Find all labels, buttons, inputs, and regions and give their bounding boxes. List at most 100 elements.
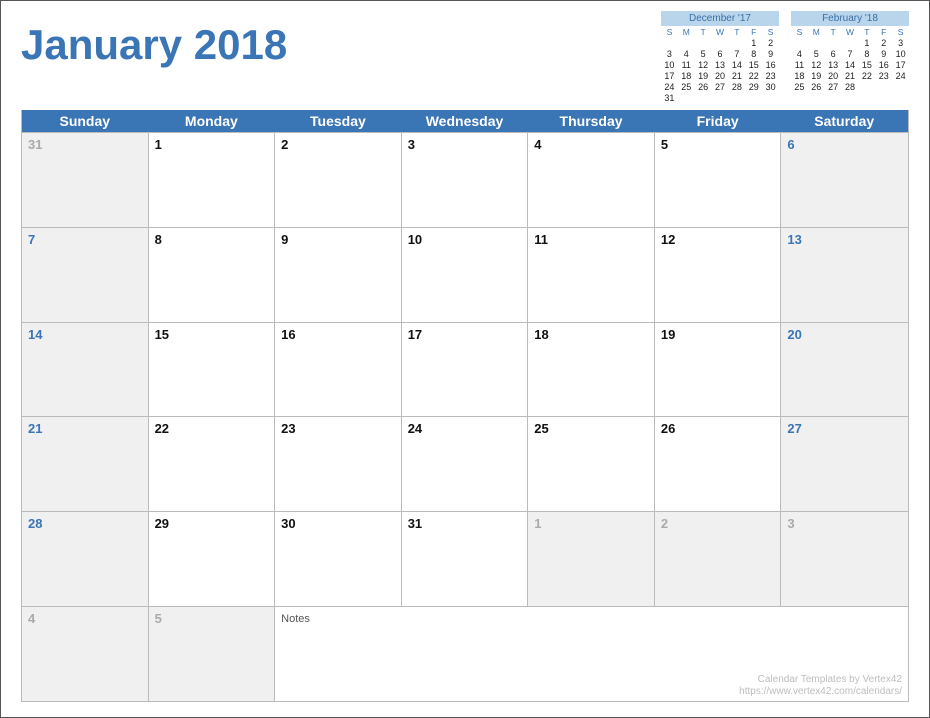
day-cell: 24 xyxy=(402,416,529,511)
attribution-text: Calendar Templates by Vertex42 xyxy=(739,674,902,686)
mini-day-cell: 18 xyxy=(791,71,808,82)
dow-cell: Sunday xyxy=(22,110,149,132)
mini-day-cell: 30 xyxy=(762,82,779,93)
mini-cal-prev-title: December '17 xyxy=(661,11,779,26)
mini-day-cell: 10 xyxy=(661,60,678,71)
mini-dow-cell: F xyxy=(875,27,892,37)
mini-dow-cell: W xyxy=(842,27,859,37)
day-cell: 30 xyxy=(275,511,402,606)
week-row: 28293031123 xyxy=(22,511,908,606)
day-cell: 8 xyxy=(149,227,276,322)
attribution: Calendar Templates by Vertex42 https://w… xyxy=(739,674,902,698)
mini-day-cell: 23 xyxy=(762,71,779,82)
mini-day-cell: 5 xyxy=(808,49,825,60)
day-cell: 2 xyxy=(275,132,402,227)
day-cell: 29 xyxy=(149,511,276,606)
day-cell: 10 xyxy=(402,227,529,322)
mini-day-cell: 28 xyxy=(842,82,859,93)
mini-day-cell: 26 xyxy=(808,82,825,93)
dow-cell: Monday xyxy=(149,110,276,132)
mini-dow-cell: W xyxy=(712,27,729,37)
mini-day-cell: 29 xyxy=(745,82,762,93)
day-cell: 12 xyxy=(655,227,782,322)
mini-day-cell: 11 xyxy=(678,60,695,71)
mini-day-cell: 7 xyxy=(842,49,859,60)
mini-day-cell: 17 xyxy=(661,71,678,82)
mini-dow-cell: T xyxy=(825,27,842,37)
day-cell: 16 xyxy=(275,322,402,417)
day-cell: 26 xyxy=(655,416,782,511)
mini-day-cell: 4 xyxy=(791,49,808,60)
day-cell: 5 xyxy=(655,132,782,227)
mini-day-cell: 31 xyxy=(661,93,678,104)
notes-cell: Notes Calendar Templates by Vertex42 htt… xyxy=(275,606,908,701)
day-cell: 27 xyxy=(781,416,908,511)
day-cell: 7 xyxy=(22,227,149,322)
mini-day-cell: 27 xyxy=(825,82,842,93)
dow-cell: Tuesday xyxy=(275,110,402,132)
mini-day-cell: 21 xyxy=(842,71,859,82)
day-cell: 31 xyxy=(22,132,149,227)
notes-label: Notes xyxy=(281,613,310,625)
mini-day-cell: 27 xyxy=(712,82,729,93)
main-calendar: SundayMondayTuesdayWednesdayThursdayFrid… xyxy=(21,110,909,702)
mini-day-cell: 24 xyxy=(892,71,909,82)
week-row: 14151617181920 xyxy=(22,322,908,417)
mini-day-cell: 12 xyxy=(695,60,712,71)
mini-day-cell: 6 xyxy=(825,49,842,60)
mini-day-cell: 12 xyxy=(808,60,825,71)
day-cell: 13 xyxy=(781,227,908,322)
day-cell: 22 xyxy=(149,416,276,511)
mini-day-cell: 23 xyxy=(875,71,892,82)
day-cell: 11 xyxy=(528,227,655,322)
last-row: 4 5 Notes Calendar Templates by Vertex42… xyxy=(22,606,908,701)
mini-day-cell: 13 xyxy=(825,60,842,71)
mini-dow-cell: T xyxy=(858,27,875,37)
day-cell: 28 xyxy=(22,511,149,606)
mini-day-cell: 15 xyxy=(858,60,875,71)
day-cell: 31 xyxy=(402,511,529,606)
mini-calendar-next: February '18 SMTWTFS ....123456789101112… xyxy=(791,11,909,104)
day-cell: 4 xyxy=(22,606,149,701)
mini-cal-next-title: February '18 xyxy=(791,11,909,26)
mini-day-cell: 10 xyxy=(892,49,909,60)
mini-dow-cell: M xyxy=(678,27,695,37)
mini-day-cell: 3 xyxy=(661,49,678,60)
day-of-week-header: SundayMondayTuesdayWednesdayThursdayFrid… xyxy=(22,110,908,132)
mini-calendar-prev: December '17 SMTWTFS .....12345678910111… xyxy=(661,11,779,104)
mini-day-cell: 2 xyxy=(762,38,779,49)
mini-day-cell: 19 xyxy=(695,71,712,82)
mini-day-cell: 1 xyxy=(858,38,875,49)
mini-dow-cell: S xyxy=(762,27,779,37)
mini-day-cell: 26 xyxy=(695,82,712,93)
mini-day-cell: 3 xyxy=(892,38,909,49)
day-cell: 21 xyxy=(22,416,149,511)
day-cell: 9 xyxy=(275,227,402,322)
week-row: 31123456 xyxy=(22,132,908,227)
day-cell: 1 xyxy=(149,132,276,227)
dow-cell: Thursday xyxy=(528,110,655,132)
dow-cell: Saturday xyxy=(781,110,908,132)
mini-dow-cell: F xyxy=(745,27,762,37)
mini-day-cell: 18 xyxy=(678,71,695,82)
day-cell: 19 xyxy=(655,322,782,417)
mini-day-cell: 15 xyxy=(745,60,762,71)
dow-cell: Friday xyxy=(655,110,782,132)
day-cell: 3 xyxy=(781,511,908,606)
mini-day-cell: 11 xyxy=(791,60,808,71)
mini-day-cell: 25 xyxy=(791,82,808,93)
day-cell: 25 xyxy=(528,416,655,511)
day-cell: 18 xyxy=(528,322,655,417)
mini-dow-cell: S xyxy=(791,27,808,37)
mini-day-cell: 25 xyxy=(678,82,695,93)
mini-day-cell: 8 xyxy=(745,49,762,60)
calendar-title: January 2018 xyxy=(21,11,287,69)
mini-day-cell: 4 xyxy=(678,49,695,60)
mini-day-cell: 20 xyxy=(712,71,729,82)
mini-dow-cell: M xyxy=(808,27,825,37)
mini-day-cell: 24 xyxy=(661,82,678,93)
mini-day-cell: 16 xyxy=(875,60,892,71)
day-cell: 15 xyxy=(149,322,276,417)
mini-day-cell: 9 xyxy=(875,49,892,60)
mini-day-cell: 19 xyxy=(808,71,825,82)
